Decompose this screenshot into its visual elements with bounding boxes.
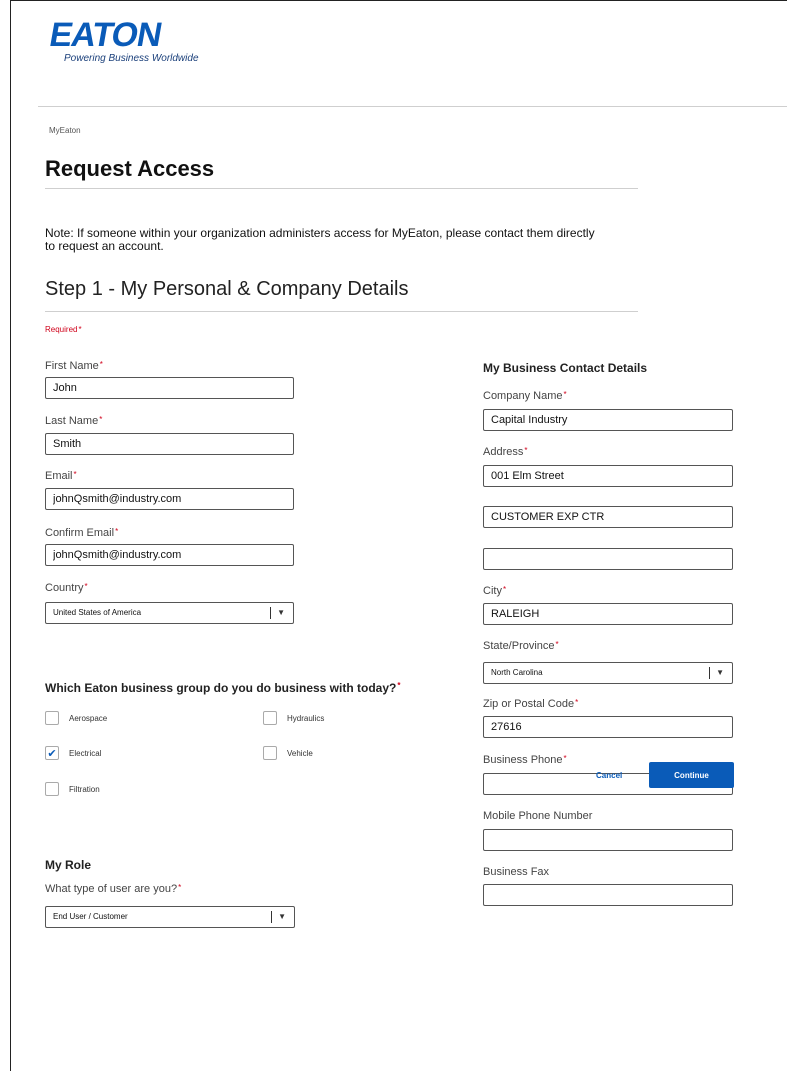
checkbox-box[interactable] <box>45 782 59 796</box>
user-type-select[interactable]: End User / Customer ▼ <box>45 906 295 928</box>
user-type-label: What type of user are you?* <box>45 883 182 895</box>
step-title: Step 1 - My Personal & Company Details <box>45 278 409 300</box>
company-name-input[interactable] <box>483 409 733 431</box>
checkbox-vehicle[interactable]: Vehicle <box>263 746 313 760</box>
city-label: City* <box>483 585 507 597</box>
state-label: State/Province* <box>483 640 559 652</box>
user-type-value: End User / Customer <box>53 912 128 921</box>
zip-input[interactable] <box>483 716 733 738</box>
address-line2-input[interactable] <box>483 506 733 528</box>
logo-wordmark: EATON <box>46 16 165 54</box>
contact-details-heading: My Business Contact Details <box>483 361 648 375</box>
step-divider <box>45 311 638 312</box>
checkbox-box[interactable] <box>263 746 277 760</box>
checkbox-electrical[interactable]: ✔ Electrical <box>45 746 101 760</box>
breadcrumb[interactable]: MyEaton <box>49 126 81 135</box>
address-line3-input[interactable] <box>483 548 733 570</box>
required-label: Required <box>45 325 78 334</box>
first-name-label: First Name* <box>45 360 103 372</box>
my-role-heading: My Role <box>45 858 92 872</box>
address-label: Address* <box>483 446 528 458</box>
continue-button[interactable]: Continue <box>649 762 734 788</box>
page-title: Request Access <box>45 156 215 181</box>
chevron-down-icon: ▼ <box>278 912 286 921</box>
last-name-input[interactable] <box>45 433 294 455</box>
cancel-link[interactable]: Cancel <box>596 771 622 780</box>
email-input[interactable] <box>45 488 294 510</box>
business-fax-label: Business Fax <box>483 866 550 878</box>
business-phone-label: Business Phone* <box>483 754 567 766</box>
checkbox-box[interactable] <box>263 711 277 725</box>
city-input[interactable] <box>483 603 733 625</box>
logo-tagline: Powering Business Worldwide <box>64 53 199 64</box>
required-legend: Required* <box>45 325 82 334</box>
chevron-down-icon: ▼ <box>277 608 285 617</box>
company-name-label: Company Name* <box>483 390 567 402</box>
access-note: Note: If someone within your organizatio… <box>45 226 595 253</box>
business-fax-input[interactable] <box>483 884 733 906</box>
mobile-phone-input[interactable] <box>483 829 733 851</box>
state-select-value: North Carolina <box>491 668 543 677</box>
checkbox-filtration[interactable]: Filtration <box>45 782 100 796</box>
zip-label: Zip or Postal Code* <box>483 698 579 710</box>
title-divider <box>45 188 638 189</box>
country-label: Country* <box>45 582 88 594</box>
header-divider <box>38 106 787 107</box>
last-name-label: Last Name* <box>45 415 103 427</box>
first-name-input[interactable] <box>45 377 294 399</box>
chevron-down-icon: ▼ <box>716 668 724 677</box>
checkbox-box[interactable] <box>45 711 59 725</box>
checkbox-aerospace[interactable]: Aerospace <box>45 711 107 725</box>
business-group-question: Which Eaton business group do you do bus… <box>45 681 401 695</box>
checkmark-icon: ✔ <box>47 747 57 760</box>
checkbox-hydraulics[interactable]: Hydraulics <box>263 711 324 725</box>
country-select[interactable]: United States of America ▼ <box>45 602 294 624</box>
country-select-value: United States of America <box>53 608 142 617</box>
mobile-phone-label: Mobile Phone Number <box>483 810 593 822</box>
email-label: Email* <box>45 470 77 482</box>
confirm-email-label: Confirm Email* <box>45 527 119 539</box>
eaton-logo[interactable]: EATON Powering Business Worldwide <box>46 16 210 68</box>
checkbox-box[interactable]: ✔ <box>45 746 59 760</box>
address-line1-input[interactable] <box>483 465 733 487</box>
state-select[interactable]: North Carolina ▼ <box>483 662 733 684</box>
confirm-email-input[interactable] <box>45 544 294 566</box>
